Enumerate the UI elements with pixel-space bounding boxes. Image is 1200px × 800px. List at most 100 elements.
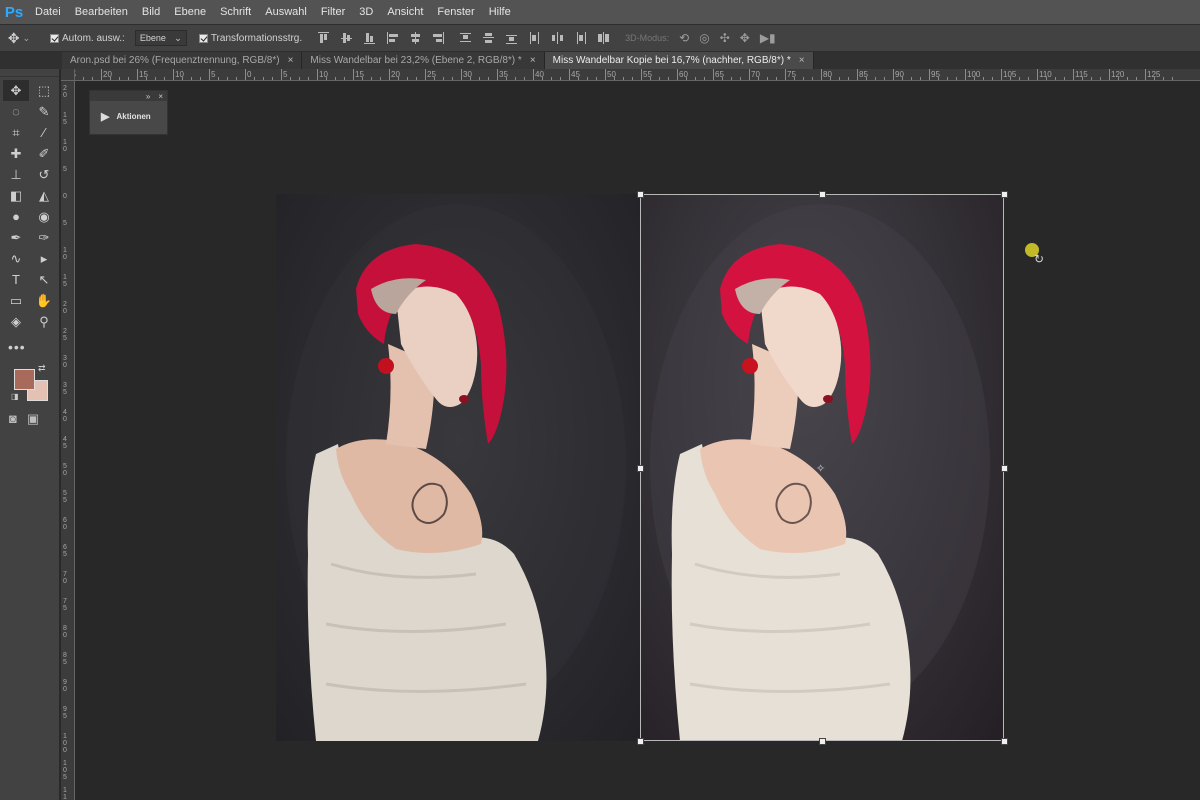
history-brush-tool-icon[interactable]: ↺ bbox=[31, 164, 57, 185]
distribute-left-icon[interactable] bbox=[529, 32, 540, 44]
rectangle-tool-icon[interactable]: ▭ bbox=[3, 290, 29, 311]
screen-mode-icon[interactable]: ▣ bbox=[27, 411, 39, 427]
align-bottom-icon[interactable] bbox=[364, 32, 376, 44]
menu-3d[interactable]: 3D bbox=[352, 6, 380, 18]
distribute-horizontal-icon[interactable] bbox=[552, 32, 564, 44]
marquee-tool-icon[interactable]: ⬚ bbox=[31, 80, 57, 101]
drag-3d-icon[interactable]: ✣ bbox=[720, 31, 730, 45]
distribute-right-icon[interactable] bbox=[575, 32, 587, 44]
zoom-tool-icon[interactable]: ⚲ bbox=[31, 311, 57, 332]
3d-rotate-tool-icon[interactable]: ◈ bbox=[3, 311, 29, 332]
healing-brush-tool-icon[interactable]: ✚ bbox=[3, 143, 29, 164]
transform-handle-bottom-left[interactable] bbox=[637, 738, 644, 745]
ruler-label: 6 5 bbox=[63, 544, 67, 558]
transform-handle-right[interactable] bbox=[1001, 465, 1008, 472]
transform-controls-checkbox[interactable] bbox=[198, 33, 208, 43]
transform-controls-option[interactable]: Transformationsstrg. bbox=[198, 33, 302, 44]
eraser-tool-icon[interactable]: ◧ bbox=[3, 185, 29, 206]
scale-3d-icon[interactable]: ▶▮ bbox=[760, 31, 776, 45]
lasso-tool-icon[interactable]: ◌ bbox=[3, 101, 29, 122]
menu-bild[interactable]: Bild bbox=[135, 6, 167, 18]
auto-align-icon[interactable] bbox=[598, 32, 610, 44]
menu-bearbeiten[interactable]: Bearbeiten bbox=[68, 6, 135, 18]
tab-miss-wandelbar-kopie[interactable]: Miss Wandelbar Kopie bei 16,7% (nachher,… bbox=[544, 52, 814, 69]
transform-handle-bottom-right[interactable] bbox=[1001, 738, 1008, 745]
ruler-label: 25 bbox=[75, 70, 76, 79]
more-tools-icon[interactable]: ••• bbox=[8, 339, 59, 355]
clone-stamp-tool-icon[interactable]: ⊥ bbox=[3, 164, 29, 185]
menu-datei[interactable]: Datei bbox=[28, 6, 68, 18]
menu-ansicht[interactable]: Ansicht bbox=[380, 6, 430, 18]
tab-aron[interactable]: Aron.psd bei 26% (Frequenztrennung, RGB/… bbox=[62, 52, 303, 69]
transform-pivot-icon[interactable]: ✧ bbox=[816, 462, 825, 475]
close-icon[interactable]: × bbox=[799, 55, 805, 66]
path-selection-tool-icon[interactable]: ▸ bbox=[31, 248, 57, 269]
align-right-icon[interactable] bbox=[433, 32, 445, 44]
orbit-3d-icon[interactable]: ⟲ bbox=[679, 31, 689, 45]
ruler-tick bbox=[272, 77, 273, 80]
menu-fenster[interactable]: Fenster bbox=[430, 6, 481, 18]
ruler-tick bbox=[416, 77, 417, 80]
menu-hilfe[interactable]: Hilfe bbox=[482, 6, 518, 18]
vertical-ruler[interactable]: 2 0 1 5 1 0 5 0 5 1 0 1 5 2 0 2 5 3 0 3 5 4 0 4 5 5 0 5… bbox=[61, 81, 75, 800]
transform-handle-top[interactable] bbox=[819, 191, 826, 198]
auto-select-checkbox[interactable] bbox=[50, 33, 59, 43]
horizontal-ruler[interactable]: 2520151050510152025303540455055606570758… bbox=[75, 69, 1200, 81]
paint-bucket-tool-icon[interactable]: ◭ bbox=[31, 185, 57, 206]
close-panel-icon[interactable]: × bbox=[158, 92, 163, 101]
crop-tool-icon[interactable]: ⌗ bbox=[3, 122, 29, 143]
curvature-pen-tool-icon[interactable]: ∿ bbox=[3, 248, 29, 269]
dodge-tool-icon[interactable]: ◉ bbox=[31, 206, 57, 227]
direct-selection-tool-icon[interactable]: ↖ bbox=[31, 269, 57, 290]
transform-handle-left[interactable] bbox=[637, 465, 644, 472]
freeform-pen-tool-icon[interactable]: ✑ bbox=[31, 227, 57, 248]
menu-filter[interactable]: Filter bbox=[314, 6, 352, 18]
menu-schrift[interactable]: Schrift bbox=[213, 6, 258, 18]
layer-select-dropdown[interactable]: Ebene ⌄ bbox=[134, 30, 187, 46]
toolbar-grip[interactable] bbox=[0, 69, 59, 77]
transform-handle-top-right[interactable] bbox=[1001, 191, 1008, 198]
type-tool-icon[interactable]: T bbox=[3, 269, 29, 290]
foreground-color-swatch[interactable] bbox=[14, 369, 35, 390]
roll-3d-icon[interactable]: ◎ bbox=[699, 31, 709, 45]
hand-tool-icon[interactable]: ✋ bbox=[31, 290, 57, 311]
ruler-tick bbox=[848, 77, 849, 80]
align-vertical-center-icon[interactable] bbox=[341, 32, 353, 44]
swap-colors-icon[interactable]: ⇄ bbox=[38, 363, 46, 374]
auto-select-option[interactable]: Autom. ausw.: bbox=[50, 33, 125, 44]
ruler-origin[interactable] bbox=[61, 69, 75, 81]
ruler-label: 0 bbox=[63, 193, 67, 200]
actions-panel-tab[interactable]: ▶ Aktionen bbox=[90, 101, 167, 123]
ruler-tick bbox=[1145, 69, 1146, 80]
brush-tool-icon[interactable]: ✐ bbox=[31, 143, 57, 164]
align-left-icon[interactable] bbox=[387, 32, 399, 44]
tab-miss-wandelbar[interactable]: Miss Wandelbar bei 23,2% (Ebene 2, RGB/8… bbox=[302, 52, 545, 69]
menu-auswahl[interactable]: Auswahl bbox=[258, 6, 314, 18]
align-horizontal-center-icon[interactable] bbox=[410, 32, 421, 44]
close-icon[interactable]: × bbox=[288, 55, 294, 66]
ruler-tick bbox=[578, 77, 579, 80]
close-icon[interactable]: × bbox=[530, 55, 536, 66]
menu-ebene[interactable]: Ebene bbox=[167, 6, 213, 18]
blur-tool-icon[interactable]: ● bbox=[3, 206, 29, 227]
transform-handle-top-left[interactable] bbox=[637, 191, 644, 198]
distribute-top-icon[interactable] bbox=[460, 32, 472, 44]
ruler-tick bbox=[371, 77, 372, 80]
slide-3d-icon[interactable]: ✥ bbox=[740, 31, 750, 45]
quick-selection-tool-icon[interactable]: ✎ bbox=[31, 101, 57, 122]
distribute-bottom-icon[interactable] bbox=[506, 32, 518, 44]
ruler-tick bbox=[938, 77, 939, 80]
ruler-tick bbox=[677, 69, 678, 80]
move-tool-icon[interactable]: ✥ bbox=[3, 80, 29, 101]
pen-tool-icon[interactable]: ✒ bbox=[3, 227, 29, 248]
tool-preset-picker[interactable]: ✥ ⌄ bbox=[0, 30, 38, 47]
collapse-panel-icon[interactable]: » bbox=[146, 92, 150, 101]
default-colors-icon[interactable]: ◨ bbox=[11, 392, 19, 401]
transform-handle-bottom[interactable] bbox=[819, 738, 826, 745]
distribute-center-icon[interactable] bbox=[483, 32, 495, 44]
quick-mask-icon[interactable]: ◙ bbox=[9, 411, 17, 427]
menu-bar: Ps Datei Bearbeiten Bild Ebene Schrift A… bbox=[0, 0, 1200, 24]
eyedropper-tool-icon[interactable]: ⁄ bbox=[31, 122, 57, 143]
ruler-label: 9 5 bbox=[63, 706, 67, 720]
align-top-icon[interactable] bbox=[318, 32, 330, 44]
